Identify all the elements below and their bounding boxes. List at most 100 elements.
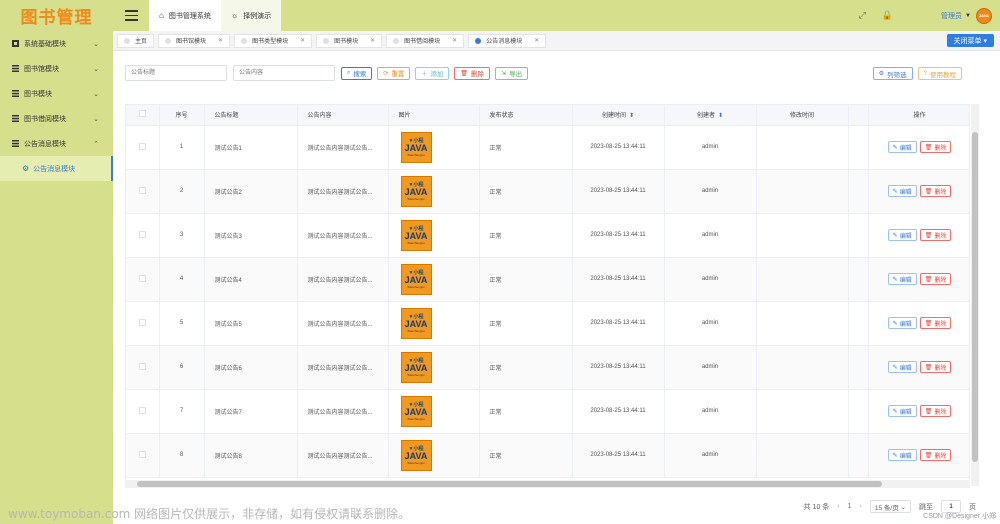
delete-row-button[interactable]: 🗑 删除 <box>919 361 952 373</box>
tag-borrow[interactable]: 图书借阅模块 ✕ <box>386 33 465 48</box>
close-icon[interactable]: ✕ <box>300 37 305 44</box>
next-page-icon[interactable]: › <box>860 503 862 510</box>
edit-button[interactable]: ✎ 编辑 <box>887 273 917 285</box>
sidebar-item-library[interactable]: 图书馆模块 ⌄ <box>0 56 113 81</box>
sidebar-subitem-notice[interactable]: ⚙ 公告消息模块 <box>0 156 113 181</box>
content-search-input[interactable] <box>233 65 335 81</box>
java-thumbnail[interactable]: ▼小程 JAVA Xiaochengxu <box>400 439 432 471</box>
close-icon[interactable]: ✕ <box>218 37 223 44</box>
select-all-checkbox[interactable] <box>126 105 160 126</box>
java-thumbnail[interactable]: ▼小程 JAVA Xiaochengxu <box>400 263 432 295</box>
table-row[interactable]: 1 测试公告1 测试公告内容测试公告... ▼小程 JAVA Xiaochengxu 正常 2… <box>126 125 969 170</box>
guide-button[interactable]: ? 使用教程 <box>917 67 962 80</box>
logo[interactable]: 图书管理 <box>0 0 113 31</box>
total-count: 共 10 条 <box>803 503 830 511</box>
horizontal-scrollbar[interactable] <box>125 480 970 488</box>
tag-books[interactable]: 图书模块 ✕ <box>316 33 383 48</box>
table-row[interactable]: 6 测试公告6 测试公告内容测试公告... ▼小程 JAVA Xiaochengxu 正常 2… <box>126 345 969 390</box>
row-checkbox[interactable] <box>126 301 160 346</box>
close-icon[interactable]: ✕ <box>370 37 375 44</box>
sidebar-item-notice[interactable]: 公告消息模块 ⌃ <box>0 131 113 156</box>
cell-image: ▼小程 JAVA Xiaochengxu <box>388 169 480 214</box>
page-size-select[interactable]: 15 条/页 ⌄ <box>869 500 911 513</box>
page-number[interactable]: 1 <box>848 503 852 510</box>
tag-home[interactable]: 主页 <box>117 33 155 48</box>
sidebar-item-borrow[interactable]: 图书借阅模块 ⌄ <box>0 106 113 131</box>
table-row[interactable]: 5 测试公告5 测试公告内容测试公告... ▼小程 JAVA Xiaochengxu 正常 2… <box>126 301 969 346</box>
fullscreen-icon[interactable]: ⤢ <box>859 10 866 21</box>
search-button[interactable]: ⌕ 搜索 <box>341 66 373 80</box>
edit-button[interactable]: ✎ 编辑 <box>887 405 917 417</box>
sidebar-item-system[interactable]: 系统基础模块 ⌄ <box>0 31 113 56</box>
row-checkbox[interactable] <box>126 213 160 258</box>
export-button[interactable]: ⇲ 导出 <box>495 66 529 80</box>
table-row[interactable]: 2 测试公告2 测试公告内容测试公告... ▼小程 JAVA Xiaochengxu 正常 2… <box>126 169 969 214</box>
add-button[interactable]: ＋添加 <box>415 66 450 80</box>
caret-down-icon[interactable]: ▼ <box>965 13 971 19</box>
delete-row-button[interactable]: 🗑 删除 <box>919 141 952 153</box>
table-row[interactable]: 8 测试公告8 测试公告内容测试公告... ▼小程 JAVA Xiaochengxu 正常 2… <box>126 433 969 478</box>
col-header-sortable[interactable]: 创建者 ⬍ <box>664 105 757 126</box>
close-icon[interactable]: ✕ <box>452 37 457 44</box>
delete-row-button[interactable]: 🗑 删除 <box>919 273 952 285</box>
close-menu-button[interactable]: 关闭菜单 ▾ <box>946 34 994 47</box>
user-name[interactable]: 管理员 <box>941 11 962 21</box>
java-thumbnail[interactable]: ▼小程 JAVA Xiaochengxu <box>400 307 432 339</box>
java-thumbnail[interactable]: ▼小程 JAVA Xiaochengxu <box>400 395 432 427</box>
prev-page-icon[interactable]: ‹ <box>837 503 839 510</box>
delete-row-button[interactable]: 🗑 删除 <box>919 405 952 417</box>
tag-library[interactable]: 图书馆模块 ✕ <box>158 33 231 48</box>
lock-icon[interactable]: 🔒 <box>882 10 893 21</box>
tag-notice[interactable]: 公告消息模块 ✕ <box>468 33 547 48</box>
cell-no: 7 <box>159 389 205 434</box>
edit-button[interactable]: ✎ 编辑 <box>887 317 917 329</box>
cell-title: 测试公告5 <box>204 301 298 346</box>
column-filter-button[interactable]: ⚙ 列筛选 <box>872 67 913 80</box>
tag-label: 主页 <box>135 39 148 45</box>
edit-button[interactable]: ✎ 编辑 <box>887 229 917 241</box>
edit-button[interactable]: ✎ 编辑 <box>887 185 917 197</box>
edit-icon: ✎ <box>892 276 898 283</box>
col-header-sortable[interactable]: 创建时间 ⬍ <box>572 105 665 126</box>
sort-icon: ⬍ <box>628 113 635 120</box>
edit-icon: ✎ <box>892 320 898 327</box>
close-icon[interactable]: ✕ <box>534 37 539 44</box>
table-row[interactable]: 3 测试公告3 测试公告内容测试公告... ▼小程 JAVA Xiaochengxu 正常 2… <box>126 213 969 258</box>
cell-created: 2023-08-25 13:44:11 <box>572 257 665 302</box>
sidebar-item-books[interactable]: 图书模块 ⌄ <box>0 81 113 106</box>
table-row[interactable]: 4 测试公告4 测试公告内容测试公告... ▼小程 JAVA Xiaochengxu 正常 2… <box>126 257 969 302</box>
row-checkbox[interactable] <box>126 169 160 214</box>
delete-button[interactable]: 🗑 删除 <box>454 66 491 80</box>
trash-icon: 🗑 <box>924 276 933 283</box>
java-thumbnail[interactable]: ▼小程 JAVA Xiaochengxu <box>400 131 432 163</box>
java-thumbnail[interactable]: ▼小程 JAVA Xiaochengxu <box>400 175 432 207</box>
java-thumbnail[interactable]: ▼小程 JAVA Xiaochengxu <box>400 351 432 383</box>
tag-label: 图书馆模块 <box>176 39 207 45</box>
tag-book-type[interactable]: 图书类型模块 ✕ <box>234 33 313 48</box>
hamburger-menu-icon[interactable] <box>113 0 149 31</box>
row-checkbox[interactable] <box>126 125 160 170</box>
row-checkbox[interactable] <box>126 257 160 302</box>
row-checkbox[interactable] <box>126 345 160 390</box>
row-checkbox[interactable] <box>126 389 160 434</box>
edit-button[interactable]: ✎ 编辑 <box>887 141 917 153</box>
cell-image: ▼小程 JAVA Xiaochengxu <box>388 213 480 258</box>
table-body: 1 测试公告1 测试公告内容测试公告... ▼小程 JAVA Xiaochengxu 正常 2… <box>126 125 969 478</box>
java-thumbnail[interactable]: ▼小程 JAVA Xiaochengxu <box>400 219 432 251</box>
edit-button[interactable]: ✎ 编辑 <box>887 361 917 373</box>
table-row[interactable]: 7 测试公告7 测试公告内容测试公告... ▼小程 JAVA Xiaochengxu 正常 2… <box>126 389 969 434</box>
avatar[interactable]: JAVA <box>976 7 992 24</box>
title-search-input[interactable] <box>125 65 227 81</box>
edit-icon: ✎ <box>892 364 898 371</box>
top-tab-system[interactable]: ⌂ 图书管理系统 <box>149 0 221 31</box>
delete-row-button[interactable]: 🗑 删除 <box>919 449 952 461</box>
vertical-scrollbar[interactable] <box>971 104 979 486</box>
delete-row-button[interactable]: 🗑 删除 <box>919 229 952 241</box>
delete-row-button[interactable]: 🗑 删除 <box>919 317 952 329</box>
edit-button[interactable]: ✎ 编辑 <box>887 449 917 461</box>
top-tab-demo[interactable]: ☼ 择例演示 <box>220 0 282 31</box>
cell-content: 测试公告内容测试公告... <box>297 301 389 346</box>
delete-row-button[interactable]: 🗑 删除 <box>919 185 952 197</box>
row-checkbox[interactable] <box>126 433 160 478</box>
reset-button[interactable]: ⟳ 重置 <box>377 66 411 80</box>
